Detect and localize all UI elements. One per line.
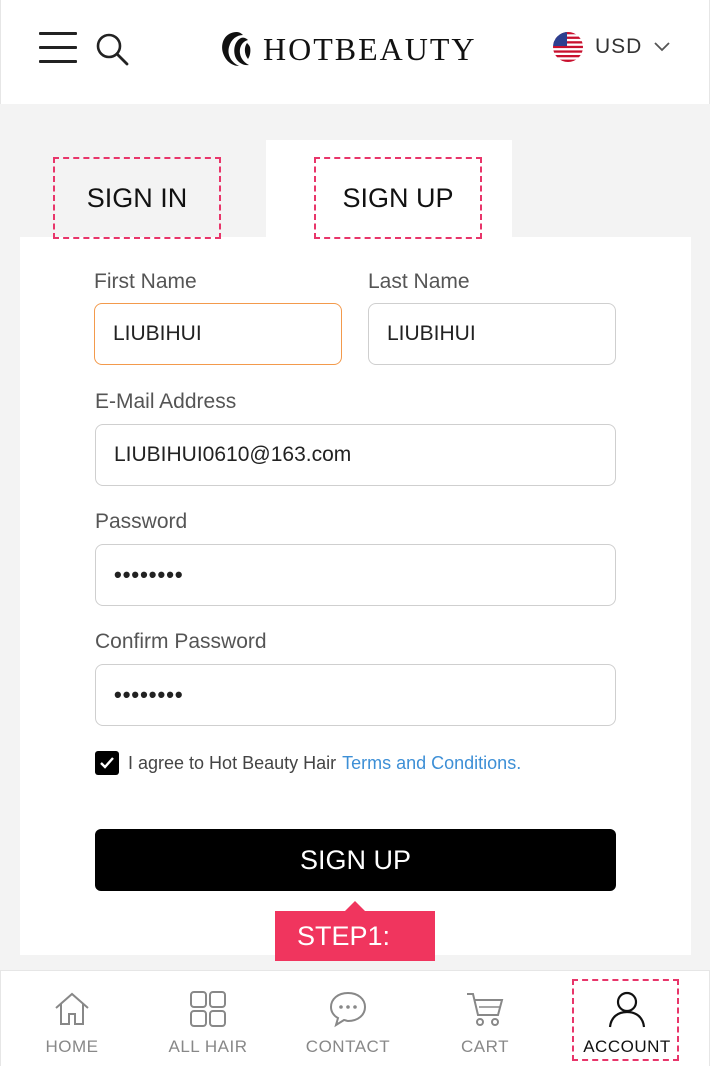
hair-logo-icon: [222, 32, 251, 66]
password-input[interactable]: ••••••••: [95, 544, 616, 606]
currency-label: USD: [595, 35, 643, 58]
checkmark-icon: [100, 757, 114, 769]
first-name-input[interactable]: LIUBIHUI: [94, 303, 342, 365]
password-label: Password: [95, 510, 188, 533]
chevron-down-icon: [654, 42, 670, 52]
search-icon[interactable]: [95, 32, 129, 66]
currency-selector[interactable]: USD: [553, 32, 670, 62]
email-input[interactable]: LIUBIHUI0610@163.com: [95, 424, 616, 486]
chat-icon: [329, 991, 367, 1028]
nav-contact-label: CONTACT: [305, 1037, 391, 1056]
agree-checkbox[interactable]: [95, 751, 119, 775]
nav-cart-label: CART: [461, 1037, 509, 1056]
hamburger-menu-icon[interactable]: [39, 32, 77, 64]
top-header: HOTBEAUTY USD: [0, 0, 710, 104]
nav-all-hair[interactable]: ALL HAIR: [163, 971, 253, 1066]
us-flag-icon: [553, 32, 583, 62]
account-highlight-box: [572, 979, 679, 1061]
nav-cart[interactable]: CART: [451, 971, 519, 1066]
brand-name: HOTBEAUTY: [263, 30, 477, 67]
home-icon: [55, 992, 89, 1025]
nav-all-hair-label: ALL HAIR: [168, 1037, 248, 1056]
step-badge-notch: [345, 901, 365, 911]
tab-sign-up[interactable]: SIGN UP: [314, 157, 482, 239]
terms-agreement: I agree to Hot Beauty Hair Terms and Con…: [95, 751, 521, 775]
sign-up-button[interactable]: SIGN UP: [95, 829, 616, 891]
confirm-password-label: Confirm Password: [95, 630, 267, 653]
nav-home[interactable]: HOME: [33, 971, 111, 1066]
nav-contact[interactable]: CONTACT: [299, 971, 397, 1066]
grid-icon: [190, 991, 226, 1027]
brand-logo[interactable]: HOTBEAUTY: [217, 28, 477, 70]
email-label: E-Mail Address: [95, 390, 237, 413]
tab-sign-in[interactable]: SIGN IN: [53, 157, 221, 239]
confirm-password-input[interactable]: ••••••••: [95, 664, 616, 726]
agree-text: I agree to Hot Beauty Hair: [128, 752, 337, 773]
terms-link[interactable]: Terms and Conditions.: [342, 753, 521, 774]
cart-icon: [467, 993, 504, 1026]
last-name-input[interactable]: LIUBIHUI: [368, 303, 616, 365]
last-name-label: Last Name: [368, 270, 470, 293]
nav-home-label: HOME: [45, 1037, 99, 1056]
step-badge: STEP1:: [275, 911, 435, 961]
first-name-label: First Name: [94, 270, 197, 293]
